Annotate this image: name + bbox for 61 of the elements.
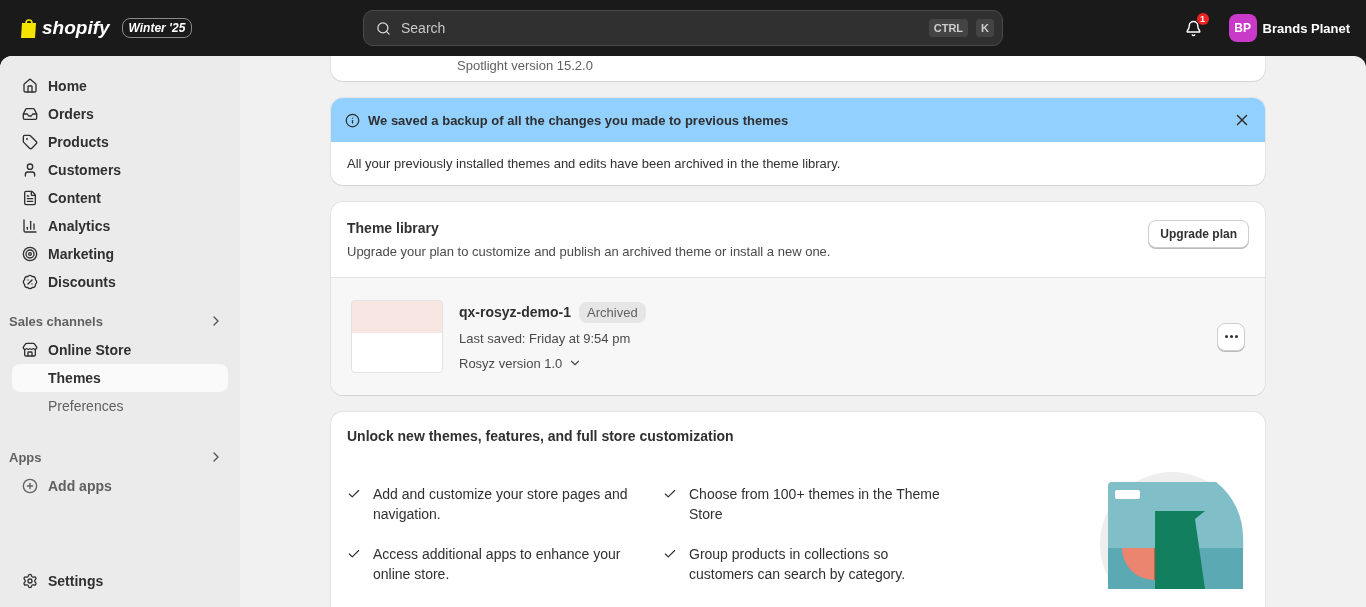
nav-subitem[interactable]: Preferences xyxy=(12,392,228,420)
nav-subitem[interactable]: Themes xyxy=(12,364,228,392)
check-icon xyxy=(347,487,361,501)
section-title: Apps xyxy=(9,449,42,465)
saved-text: Last saved: Friday at 9:54 pm xyxy=(459,330,631,346)
card-subtitle: Upgrade your plan to customize and publish an archived theme or install a new one. xyxy=(347,244,831,259)
nav-item[interactable]: Analytics xyxy=(12,212,228,240)
feature-text: Group products in collections so customers can search by category. xyxy=(689,545,907,584)
inbox-icon xyxy=(22,106,38,122)
check-icon xyxy=(663,487,677,501)
banner-title: We saved a backup of all the changes you made to previous themes xyxy=(368,112,790,128)
upgrade-button[interactable]: Upgrade plan xyxy=(1148,220,1249,248)
document-icon xyxy=(22,190,38,206)
account-avatar[interactable]: BP xyxy=(1228,14,1257,42)
section-title: Sales channels xyxy=(9,313,103,329)
nav-item[interactable]: Products xyxy=(12,128,228,156)
nav-item[interactable]: Marketing xyxy=(12,240,228,268)
version-text: Spotlight version 15.2.0 xyxy=(457,58,593,73)
tag-icon xyxy=(22,134,38,150)
search-bar[interactable]: Search CTRL K xyxy=(363,10,1003,46)
check-icon xyxy=(347,547,361,561)
search-icon xyxy=(376,20,391,36)
feature-text: Access additional apps to enhance your online store. xyxy=(373,545,622,584)
more-button[interactable] xyxy=(1217,322,1245,351)
feature-text: Choose from 100+ themes in the Theme Store xyxy=(689,485,941,524)
home-icon xyxy=(22,78,38,94)
discount-icon xyxy=(22,274,38,290)
bar-chart-icon xyxy=(22,218,38,234)
check-icon xyxy=(663,547,677,561)
nav-item[interactable]: Customers xyxy=(12,156,228,184)
nav-item[interactable]: Content xyxy=(12,184,228,212)
info-icon xyxy=(345,112,360,128)
account-name[interactable]: Brands Planet xyxy=(1262,20,1350,36)
nav-item[interactable]: Orders xyxy=(12,100,228,128)
shortcut-key: CTRL xyxy=(928,19,969,37)
search-input[interactable]: Search xyxy=(399,19,921,37)
brand-logo[interactable]: shopify xyxy=(42,17,110,39)
plus-circle-icon xyxy=(22,478,38,494)
card-title: Theme library xyxy=(347,220,440,236)
nav-item[interactable]: Settings xyxy=(12,567,228,595)
theme-name: qx-rosyz-demo-1 xyxy=(459,303,572,320)
edition-label: Winter '25 xyxy=(121,18,193,38)
nav-item[interactable]: Discounts xyxy=(12,268,228,296)
more-icon xyxy=(1224,335,1238,338)
target-icon xyxy=(22,246,38,262)
feature-text: Add and customize your store pages and navigation. xyxy=(373,485,629,524)
nav-item[interactable]: Home xyxy=(12,72,228,100)
card-title: Unlock new themes, features, and full store customization xyxy=(347,428,735,444)
nav-item[interactable]: Online Store xyxy=(12,336,228,364)
status-badge: Archived xyxy=(579,301,646,323)
version-dropdown[interactable]: Rosyz version 1.0 xyxy=(459,355,646,371)
shortcut-key: K xyxy=(976,19,994,37)
notification-count: 1 xyxy=(1196,12,1209,25)
nav-item[interactable]: Add apps xyxy=(12,472,228,500)
store-icon xyxy=(22,342,38,358)
bell-icon xyxy=(1184,19,1202,37)
shopping-bag-icon xyxy=(20,18,38,38)
person-icon xyxy=(22,162,38,178)
banner-text: All your previously installed themes and edits have been archived in the theme library. xyxy=(347,156,841,171)
notifications-button[interactable]: 1 xyxy=(1177,12,1209,44)
settings-icon xyxy=(22,573,38,589)
